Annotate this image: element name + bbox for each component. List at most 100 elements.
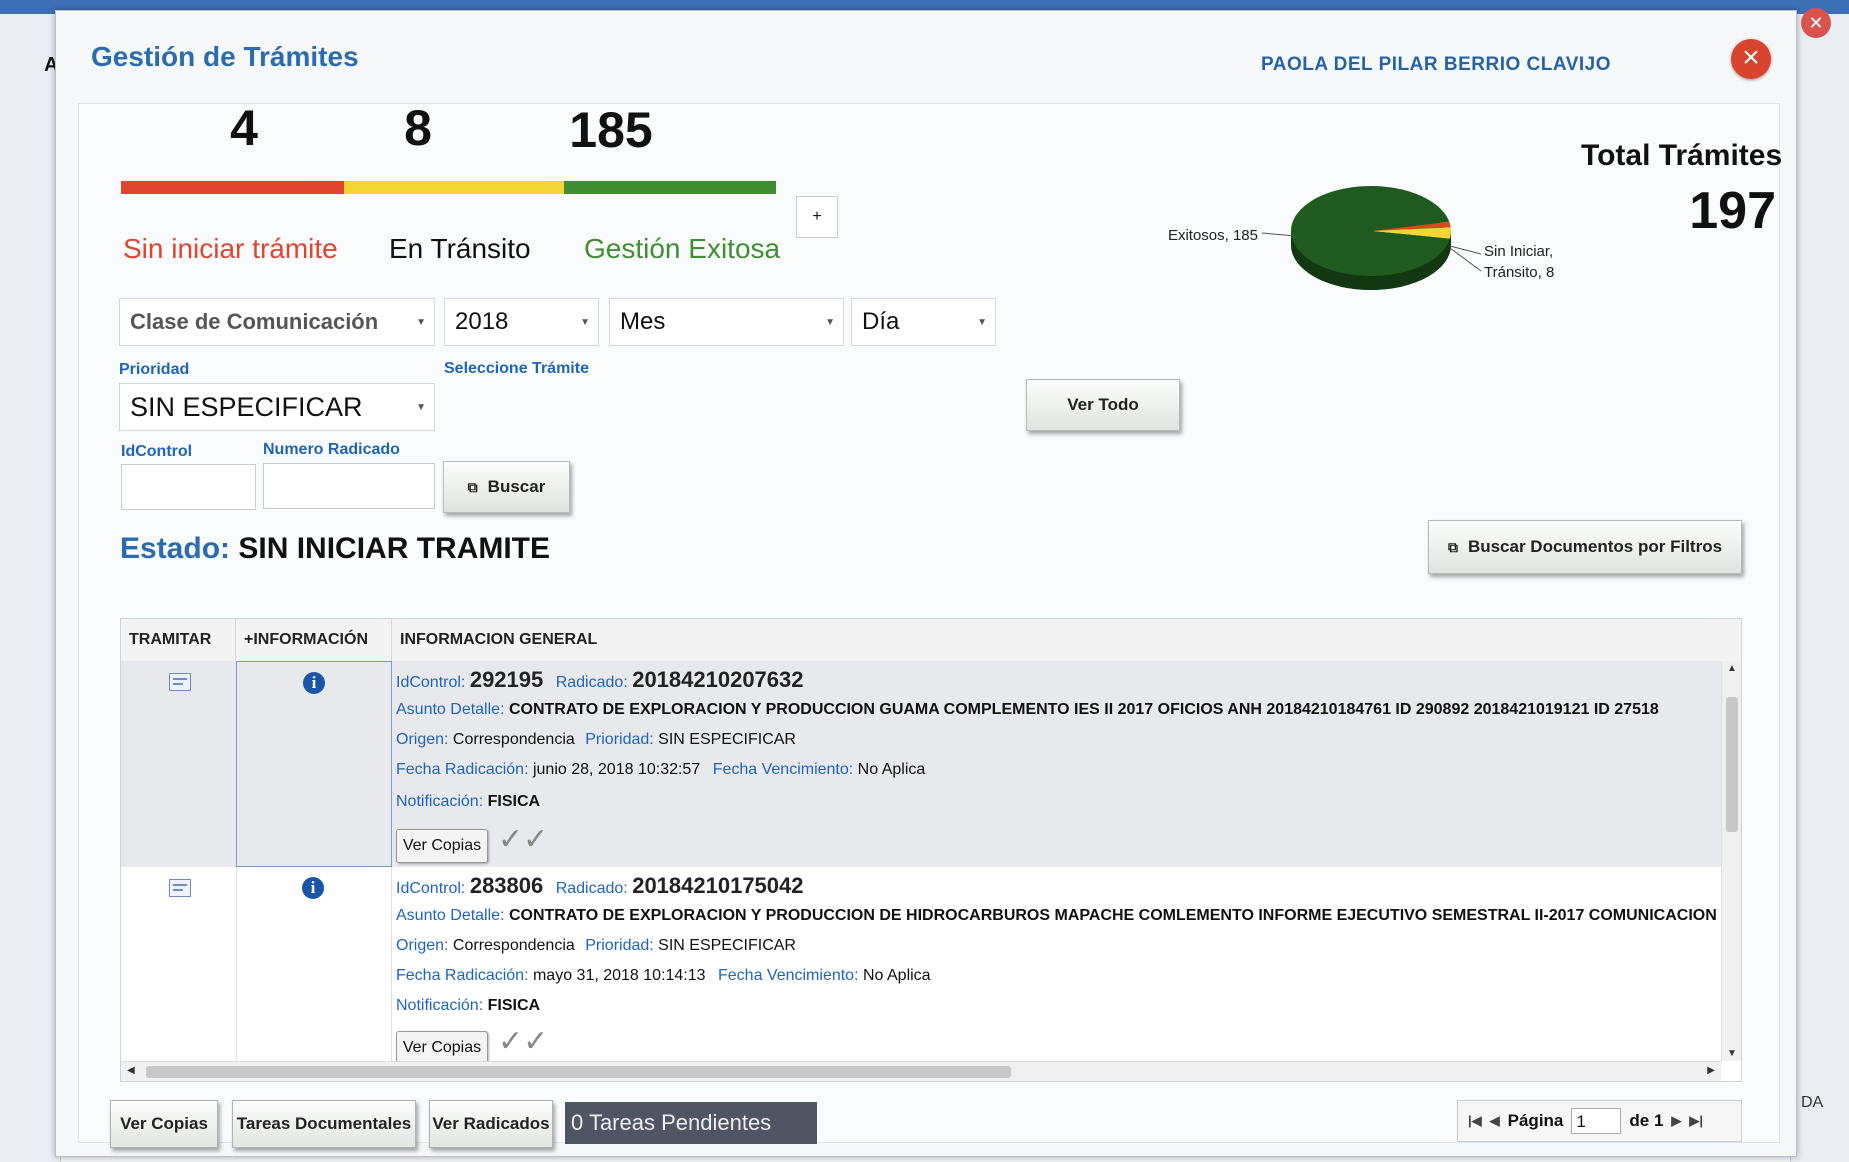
info-icon[interactable]: i [303, 672, 325, 694]
mes-value: Mes [620, 308, 666, 335]
table-row[interactable]: i IdControl: 283806 Radicado: 2018421017… [121, 867, 1721, 1073]
table-row[interactable]: i IdControl: 292195 Radicado: 2018421020… [121, 661, 1721, 867]
double-check-icon: ✓✓ [498, 823, 549, 856]
buscar-filtros-label: Buscar Documentos por Filtros [1467, 537, 1723, 556]
background-close-icon[interactable]: ✕ [1801, 8, 1831, 38]
prioridad-key: Prioridad: [585, 937, 654, 954]
row-origen: Origen: Correspondencia Prioridad: SIN E… [396, 725, 796, 755]
fecha-radicacion-key: Fecha Radicación: [396, 761, 529, 778]
anio-value: 2018 [455, 308, 509, 335]
page-number-input[interactable]: 1 [1571, 1108, 1622, 1134]
prioridad-select[interactable]: SIN ESPECIFICAR ▼ [119, 383, 435, 431]
row-ids: IdControl: 292195 Radicado: 201842102076… [396, 665, 804, 698]
ver-radicados-button[interactable]: Ver Radicados [429, 1100, 553, 1148]
prioridad-label: Prioridad [119, 361, 190, 378]
vertical-scroll-thumb[interactable] [1726, 697, 1738, 832]
prioridad-value: SIN ESPECIFICAR [130, 391, 363, 422]
asunto-value: CONTRATO DE EXPLORACION Y PRODUCCION GUA… [508, 701, 1659, 718]
dia-value: Día [862, 308, 900, 335]
buscar-filtros-button[interactable]: ⧉ Buscar Documentos por Filtros [1428, 520, 1742, 574]
chevron-down-icon: ▼ [977, 317, 987, 328]
prioridad-key: Prioridad: [585, 731, 654, 748]
seleccione-tramite-label: Seleccione Trámite [444, 360, 589, 377]
grid-header: TRAMITAR +INFORMACIÓN INFORMACION GENERA… [121, 619, 1741, 662]
informacion-general-cell: IdControl: 283806 Radicado: 201842101750… [392, 867, 1725, 1073]
pie-label-exitosos: Exitosos, 185 [1168, 227, 1258, 244]
prev-page-icon[interactable]: ◀ [1490, 1113, 1500, 1129]
binoculars-icon: ⧉ [1447, 538, 1458, 555]
ver-todo-label: Ver Todo [1067, 395, 1139, 414]
tramitar-cell [121, 661, 237, 867]
ver-todo-button[interactable]: Ver Todo [1026, 379, 1180, 431]
last-page-icon[interactable]: ▶| [1689, 1113, 1703, 1129]
notificacion-value: FISICA [487, 793, 541, 810]
dia-select[interactable]: Día ▼ [851, 298, 996, 346]
scroll-left-icon[interactable]: ◀ [127, 1065, 135, 1076]
header-informacion-general[interactable]: INFORMACION GENERAL [392, 619, 1721, 661]
informacion-general-cell: IdControl: 292195 Radicado: 201842102076… [392, 661, 1725, 867]
ver-copias-row-button[interactable]: Ver Copias [396, 829, 488, 863]
ver-copias-row-button[interactable]: Ver Copias [396, 1031, 488, 1065]
stat-sin-iniciar-count: 4 [230, 100, 258, 156]
pie-leader-transito [1449, 247, 1482, 272]
pagina-label: Página [1507, 1111, 1564, 1130]
ver-copias-button[interactable]: Ver Copias [110, 1100, 218, 1148]
notificacion-value: FISICA [487, 997, 541, 1014]
radicado-value: 20184210207632 [632, 667, 804, 692]
fecha-radicacion-key: Fecha Radicación: [396, 967, 529, 984]
row-asunto: Asunto Detalle: CONTRATO DE EXPLORACION … [396, 695, 1659, 725]
stat-bar-sin-iniciar [121, 181, 344, 194]
numero-radicado-label: Numero Radicado [263, 441, 400, 458]
first-page-icon[interactable]: |◀ [1468, 1113, 1482, 1129]
row-ids: IdControl: 283806 Radicado: 201842101750… [396, 871, 804, 904]
row-fechas: Fecha Radicación: junio 28, 2018 10:32:5… [396, 755, 925, 785]
tramitar-form-icon[interactable] [169, 673, 191, 691]
asunto-value: CONTRATO DE EXPLORACION Y PRODUCCION DE … [508, 907, 1717, 924]
origen-value: Correspondencia [452, 937, 575, 954]
scroll-right-icon[interactable]: ▶ [1707, 1065, 1715, 1076]
vertical-scrollbar[interactable]: ▲ ▼ [1721, 661, 1741, 1061]
radicado-key: Radicado: [555, 674, 628, 691]
mes-select[interactable]: Mes ▼ [609, 298, 844, 346]
horizontal-scrollbar[interactable]: ◀ ▶ [121, 1061, 1721, 1081]
buscar-button[interactable]: ⧉ Buscar [443, 461, 570, 513]
origen-value: Correspondencia [452, 731, 575, 748]
scroll-down-icon[interactable]: ▼ [1727, 1048, 1737, 1059]
numero-radicado-input[interactable] [263, 463, 435, 509]
info-icon[interactable]: i [302, 877, 324, 899]
background-text: DA [1801, 1094, 1824, 1111]
clase-comunicacion-select[interactable]: Clase de Comunicación ▼ [119, 298, 435, 346]
pie-leader-sin-iniciar [1449, 245, 1482, 255]
total-value: 197 [1689, 182, 1776, 240]
tareas-documentales-button[interactable]: Tareas Documentales [232, 1100, 416, 1148]
stat-bar-en-transito [344, 181, 564, 194]
asunto-key: Asunto Detalle: [396, 907, 505, 924]
close-icon[interactable]: × [1731, 39, 1771, 79]
stat-en-transito-count: 8 [404, 100, 432, 156]
expand-plus-button[interactable]: + [796, 196, 838, 238]
stat-label-sin-iniciar: Sin iniciar trámite [123, 233, 338, 264]
prioridad-row-value: SIN ESPECIFICAR [658, 937, 796, 954]
page-total-label: de 1 [1629, 1111, 1664, 1130]
idcontrol-input[interactable] [121, 464, 256, 510]
idcontrol-key: IdControl: [396, 674, 466, 691]
chevron-down-icon: ▼ [825, 317, 835, 328]
estado-key: Estado: [120, 532, 231, 565]
anio-select[interactable]: 2018 ▼ [444, 298, 599, 346]
horizontal-scroll-thumb[interactable] [146, 1066, 1011, 1078]
next-page-icon[interactable]: ▶ [1671, 1113, 1681, 1129]
header-informacion[interactable]: +INFORMACIÓN [236, 619, 392, 661]
header-tramitar[interactable]: TRAMITAR [121, 619, 236, 661]
clase-comunicacion-value: Clase de Comunicación [130, 309, 379, 334]
binoculars-icon: ⧉ [467, 478, 478, 495]
row-fechas: Fecha Radicación: mayo 31, 2018 10:14:13… [396, 961, 931, 991]
buscar-label: Buscar [487, 477, 546, 496]
row-notificacion: Notificación: FISICA [396, 787, 540, 817]
background-panel-right: ✕ DA [1790, 8, 1849, 1162]
fecha-vencimiento-key: Fecha Vencimiento: [718, 967, 859, 984]
user-name: PAOLA DEL PILAR BERRIO CLAVIJO [1261, 54, 1611, 75]
idcontrol-key: IdControl: [396, 880, 466, 897]
tramitar-form-icon[interactable] [169, 879, 191, 897]
scroll-up-icon[interactable]: ▲ [1727, 663, 1737, 674]
row-origen: Origen: Correspondencia Prioridad: SIN E… [396, 931, 796, 961]
